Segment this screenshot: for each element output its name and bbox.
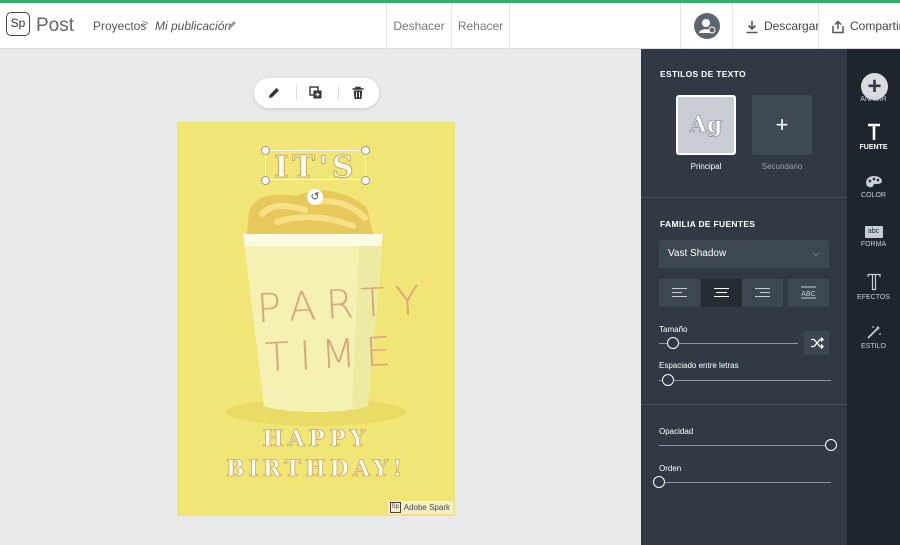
rail-shape-label: FORMA: [860, 241, 887, 248]
opacity-slider-track[interactable]: [659, 445, 831, 446]
svg-text:ABC: ABC: [801, 291, 815, 298]
style-tile-secondary-label: Secundario: [761, 162, 803, 171]
align-center-button[interactable]: [701, 279, 742, 307]
align-center-icon: [714, 296, 729, 297]
toolbar-divider: [338, 85, 339, 101]
card-footer-line2[interactable]: BIRTHDAY!: [177, 456, 455, 483]
font-icon: [867, 123, 880, 140]
undo-button[interactable]: Deshacer: [386, 3, 451, 49]
breadcrumb-projects[interactable]: Proyectos: [93, 19, 146, 33]
align-left-icon: [672, 288, 687, 289]
rail-add-label: AÑADIR: [860, 96, 887, 103]
share-button[interactable]: Compartir: [818, 3, 900, 49]
shape-icon: abc: [864, 226, 883, 238]
top-bar: Sp Post Proyectos > Mi publicación Desha…: [0, 0, 900, 49]
letter-spacing-slider-knob[interactable]: [661, 374, 674, 386]
avatar[interactable]: [694, 13, 720, 39]
trash-icon[interactable]: [350, 85, 366, 101]
magic-wand-icon: [866, 325, 881, 339]
rail-shape[interactable]: abc FORMA: [847, 226, 900, 248]
download-icon: [746, 21, 758, 34]
resize-handle[interactable]: [261, 176, 270, 185]
primary-style-sample: Ag: [689, 112, 723, 139]
selection-box[interactable]: [265, 150, 366, 180]
rail-font[interactable]: FUENTE: [847, 123, 900, 151]
design-card[interactable]: IT'S ↺ PARTY TIME HAPPY BIRTHDAY! Sp Ado…: [177, 122, 455, 516]
rail-font-label: FUENTE: [859, 144, 888, 151]
tool-rail: + AÑADIR FUENTE COLOR abc FORMA EFECTOS …: [847, 49, 900, 545]
app-name: Post: [36, 15, 75, 36]
letter-spacing-label: Espaciado entre letras: [659, 361, 739, 370]
resize-handle[interactable]: [261, 146, 270, 155]
align-left-button[interactable]: [659, 279, 700, 307]
align-right-icon: [755, 288, 770, 289]
palette-icon: [865, 176, 882, 188]
divider: [641, 197, 847, 198]
align-left-icon: [672, 292, 682, 293]
align-center-icon: [714, 288, 729, 289]
watermark-label: Adobe Spark: [403, 503, 450, 512]
redo-button[interactable]: Rehacer: [451, 3, 510, 49]
rail-style-label: ESTILO: [861, 343, 886, 350]
card-footer-line1[interactable]: HAPPY: [177, 426, 455, 453]
rail-style[interactable]: ESTILO: [847, 324, 900, 350]
font-family-value: Vast Shadow: [668, 248, 727, 259]
share-icon: [832, 20, 844, 34]
resize-handle[interactable]: [361, 146, 370, 155]
download-button[interactable]: Descargar: [732, 3, 820, 49]
opacity-label: Opacidad: [659, 427, 694, 436]
rail-color-label: COLOR: [861, 192, 886, 199]
order-slider-knob[interactable]: [653, 476, 665, 488]
opacity-slider-knob[interactable]: [825, 439, 837, 451]
align-center-icon: [716, 292, 727, 293]
breadcrumb-separator: >: [142, 18, 149, 30]
cup-text-line1: PARTY: [255, 277, 431, 333]
cup-text-line2: TIME: [263, 328, 403, 382]
duplicate-icon[interactable]: [308, 85, 324, 101]
order-slider-track[interactable]: [659, 482, 831, 483]
plus-icon: +: [775, 112, 789, 137]
text-styles-heading: ESTILOS DE TEXTO: [660, 69, 746, 79]
share-label: Compartir: [850, 19, 900, 33]
text-properties-panel: ESTILOS DE TEXTO Ag + Principal Secundar…: [641, 49, 847, 545]
rail-effects[interactable]: EFECTOS: [847, 273, 900, 301]
align-right-icon: [755, 296, 770, 297]
font-family-heading: FAMILIA DE FUENTES: [660, 219, 756, 229]
chevron-down-icon: ⌵: [812, 249, 819, 258]
style-tile-primary-label: Principal: [690, 162, 722, 171]
app-logo[interactable]: Sp: [6, 12, 30, 36]
style-tile-primary[interactable]: Ag: [676, 95, 736, 155]
font-family-select[interactable]: Vast Shadow ⌵: [659, 240, 829, 268]
rail-effects-label: EFECTOS: [857, 294, 890, 301]
user-icon: [699, 19, 716, 34]
size-label: Tamaño: [659, 325, 688, 334]
align-left-icon: [672, 296, 687, 297]
adobe-spark-watermark: Sp Adobe Spark: [387, 501, 453, 514]
spark-logo-icon: Sp: [389, 502, 401, 513]
toolbar-divider: [296, 85, 297, 101]
divider: [641, 404, 847, 405]
effects-icon: [866, 273, 881, 291]
shuffle-icon: [810, 337, 824, 349]
breadcrumb-current: Mi publicación: [155, 19, 232, 33]
text-case-icon: ABC: [801, 286, 816, 299]
text-case-button[interactable]: ABC: [788, 279, 829, 307]
download-label: Descargar: [764, 19, 820, 33]
align-right-icon: [760, 292, 770, 293]
order-label: Orden: [659, 464, 682, 473]
resize-handle[interactable]: [361, 176, 370, 185]
rail-color[interactable]: COLOR: [847, 175, 900, 199]
size-slider-knob[interactable]: [666, 337, 679, 349]
letter-spacing-slider-track[interactable]: [659, 380, 831, 381]
shuffle-button[interactable]: [804, 331, 829, 355]
style-tile-secondary[interactable]: +: [752, 95, 812, 155]
edit-pencil-icon[interactable]: [266, 85, 282, 101]
size-slider-track[interactable]: [659, 343, 798, 344]
align-right-button[interactable]: [742, 279, 783, 307]
edit-title-icon[interactable]: [226, 19, 238, 31]
element-toolbar: [254, 78, 379, 108]
rotate-handle-icon[interactable]: ↺: [307, 189, 323, 205]
